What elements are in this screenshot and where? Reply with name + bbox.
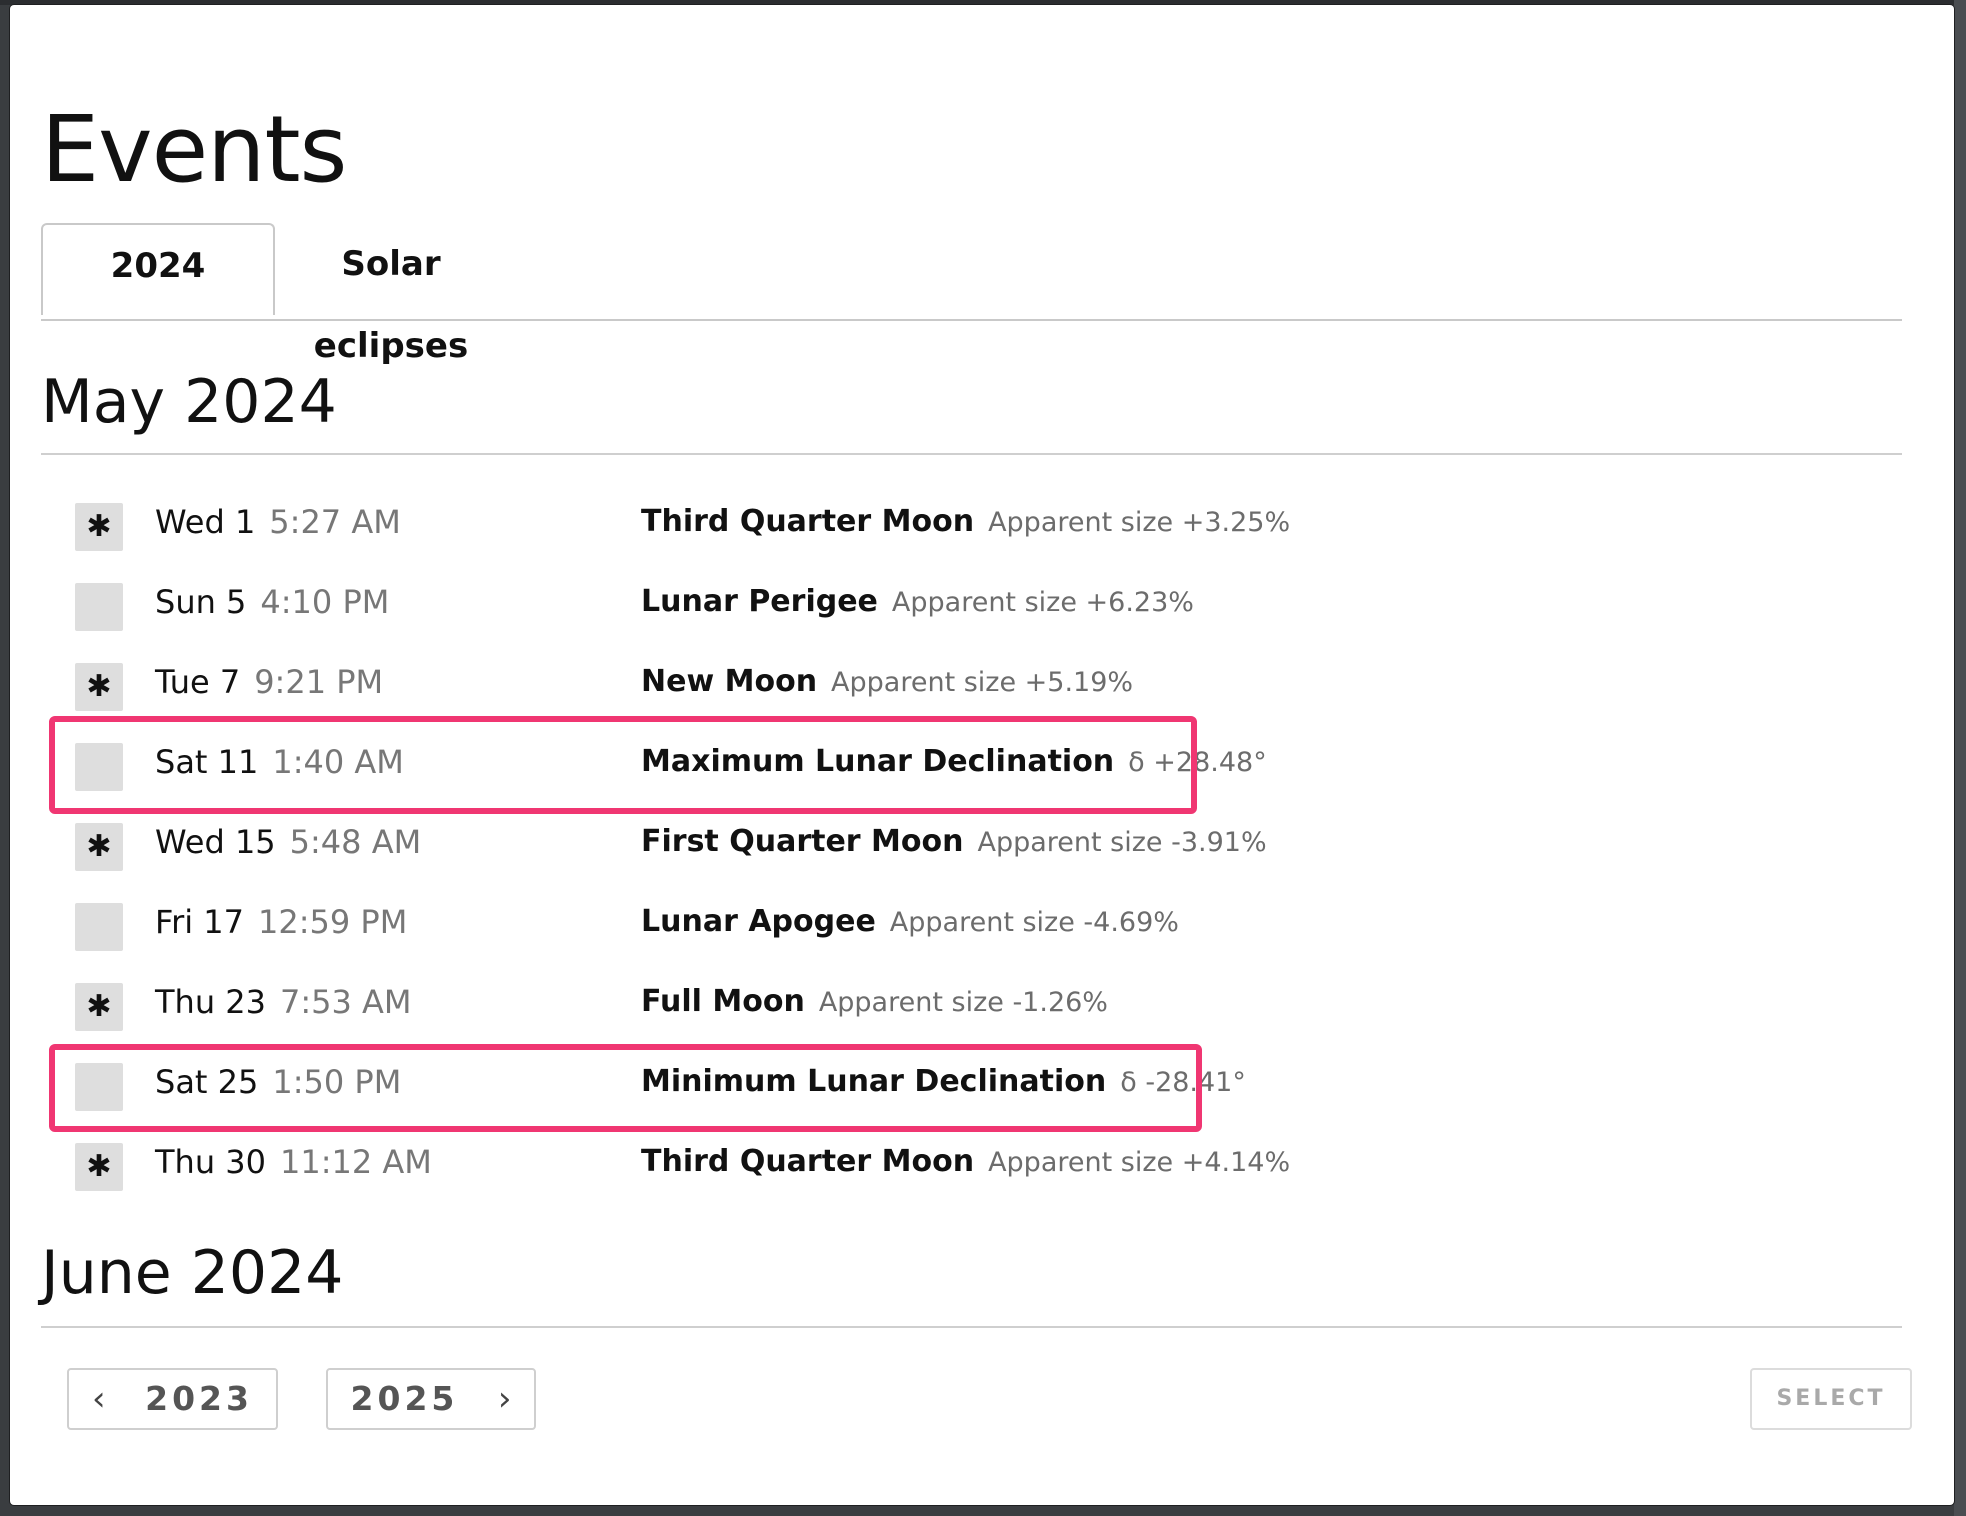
month-heading-june: June 2024 <box>41 1238 344 1308</box>
event-time: 4:10 PM <box>260 583 390 621</box>
event-title: New Moon Apparent size +5.19% <box>641 640 1133 725</box>
asterisk-icon: ✱ <box>86 1149 112 1184</box>
event-time: 5:48 AM <box>289 823 422 861</box>
page-title: Events <box>41 96 347 203</box>
month-heading-may: May 2024 <box>41 367 337 437</box>
event-title: Lunar Perigee Apparent size +6.23% <box>641 560 1194 645</box>
event-date: Wed 1 5:27 AM <box>155 480 401 564</box>
month-divider <box>41 1326 1902 1328</box>
event-date: Thu 23 7:53 AM <box>155 960 412 1044</box>
event-checkbox[interactable] <box>75 903 123 951</box>
event-row: ✱ Wed 1 5:27 AM Third Quarter Moon Apparent … <box>41 480 1290 560</box>
month-divider <box>41 453 1902 455</box>
event-detail: Apparent size +6.23% <box>891 587 1194 618</box>
chevron-right-icon: › <box>497 1379 512 1419</box>
event-time: 12:59 PM <box>258 903 408 941</box>
event-title: Third Quarter Moon Apparent size +4.14% <box>641 1120 1290 1205</box>
previous-year-button[interactable]: ‹ 2023 <box>67 1368 278 1430</box>
select-button[interactable]: SELECT <box>1750 1368 1912 1430</box>
event-detail: Apparent size -3.91% <box>977 827 1267 858</box>
event-row: ✱ Thu 30 11:12 AM Third Quarter Moon Apparen… <box>41 1120 1290 1200</box>
background-edge <box>1954 0 1966 1516</box>
event-row: Sun 5 4:10 PM Lunar Perigee Apparent size +… <box>41 560 1241 640</box>
event-date: Tue 7 9:21 PM <box>155 640 383 724</box>
event-detail: Apparent size +4.14% <box>988 1147 1291 1178</box>
event-day: Tue 7 <box>155 663 241 701</box>
event-day: Thu 30 <box>155 1143 266 1181</box>
event-date: Thu 30 11:12 AM <box>155 1120 432 1204</box>
event-name: Full Moon <box>641 984 805 1019</box>
event-name: Third Quarter Moon <box>641 504 975 539</box>
event-checkbox[interactable]: ✱ <box>75 663 123 711</box>
tab-solar-eclipses[interactable]: Solar eclipses <box>271 223 511 366</box>
event-day: Wed 15 <box>155 823 276 861</box>
event-time: 5:27 AM <box>269 503 401 541</box>
event-title: Third Quarter Moon Apparent size +3.25% <box>641 480 1290 565</box>
previous-year-label: 2023 <box>145 1379 253 1418</box>
event-time: 7:53 AM <box>280 983 412 1021</box>
event-checkbox[interactable]: ✱ <box>75 1143 123 1191</box>
event-row: Fri 17 12:59 PM Lunar Apogee Apparent size … <box>41 880 1241 960</box>
event-day: Wed 1 <box>155 503 256 541</box>
event-date: Fri 17 12:59 PM <box>155 880 407 964</box>
asterisk-icon: ✱ <box>86 829 112 864</box>
event-day: Thu 23 <box>155 983 266 1021</box>
event-date: Sun 5 4:10 PM <box>155 560 389 644</box>
tab-bar: 2024 Solar eclipses <box>41 218 1902 366</box>
event-title: Lunar Apogee Apparent size -4.69% <box>641 880 1179 965</box>
asterisk-icon: ✱ <box>86 669 112 704</box>
event-detail: Apparent size +5.19% <box>831 667 1134 698</box>
event-checkbox[interactable]: ✱ <box>75 823 123 871</box>
event-day: Sun 5 <box>155 583 247 621</box>
event-time: 11:12 AM <box>280 1143 432 1181</box>
event-checkbox[interactable] <box>75 583 123 631</box>
event-detail: Apparent size +3.25% <box>988 507 1291 538</box>
event-name: Third Quarter Moon <box>641 1144 975 1179</box>
event-row: ✱ Tue 7 9:21 PM New Moon Apparent size +5.19… <box>41 640 1241 720</box>
highlight-box-min-declination <box>49 1044 1202 1132</box>
event-time: 9:21 PM <box>254 663 384 701</box>
event-day: Fri 17 <box>155 903 245 941</box>
event-name: First Quarter Moon <box>641 824 964 859</box>
event-checkbox[interactable]: ✱ <box>75 983 123 1031</box>
event-checkbox[interactable]: ✱ <box>75 503 123 551</box>
event-title: Full Moon Apparent size -1.26% <box>641 960 1108 1045</box>
asterisk-icon: ✱ <box>86 989 112 1024</box>
event-detail: Apparent size -4.69% <box>889 907 1179 938</box>
chevron-left-icon: ‹ <box>92 1379 106 1419</box>
highlight-box-max-declination <box>49 716 1197 814</box>
event-detail: Apparent size -1.26% <box>818 987 1108 1018</box>
event-name: Lunar Apogee <box>641 904 876 939</box>
tab-2024[interactable]: 2024 <box>41 223 275 315</box>
event-name: New Moon <box>641 664 818 699</box>
next-year-label: 2025 <box>350 1379 459 1418</box>
next-year-button[interactable]: 2025 › <box>326 1368 536 1430</box>
event-row: ✱ Thu 23 7:53 AM Full Moon Apparent size -1.… <box>41 960 1241 1040</box>
event-name: Lunar Perigee <box>641 584 878 619</box>
asterisk-icon: ✱ <box>86 509 112 544</box>
tab-divider <box>41 319 1902 321</box>
